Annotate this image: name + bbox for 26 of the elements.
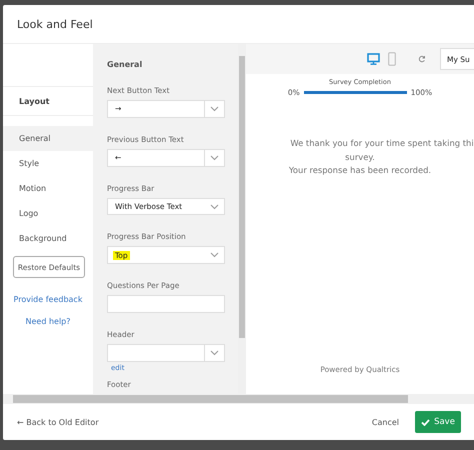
back-link[interactable]: ← Back to Old Editor [17, 418, 99, 426]
panel-heading: General [107, 60, 144, 69]
thank-you-message: Your response has been recorded. [288, 164, 432, 177]
nav-item[interactable]: General [3, 126, 93, 151]
dropdown-field[interactable] [107, 344, 225, 362]
thank-you-message: We thank you for your time spent taking thi [290, 137, 474, 150]
help-link[interactable]: Need help? [3, 317, 93, 326]
cancel-button[interactable]: Cancel [372, 418, 399, 426]
refresh-icon[interactable] [418, 55, 426, 63]
nav-item[interactable]: Background [3, 226, 93, 251]
thank-you-message: survey. [345, 150, 375, 164]
scrollbar[interactable] [3, 394, 474, 404]
save-button[interactable]: Save [415, 411, 461, 433]
desktop-icon[interactable] [367, 53, 380, 65]
chevron-down-icon [210, 106, 219, 112]
nav-item[interactable]: Style [3, 151, 93, 176]
chevron-down-icon [210, 350, 219, 356]
feedback-link[interactable]: Provide feedback [3, 295, 93, 304]
chevron-down-icon [210, 204, 219, 210]
input-field[interactable] [107, 295, 225, 314]
chevron-down-icon [210, 154, 219, 161]
nav-item[interactable]: Logo [3, 201, 93, 226]
chevron-down-icon [210, 252, 219, 258]
nav-item[interactable]: Motion [3, 176, 93, 201]
mobile-phone-icon[interactable] [388, 52, 396, 66]
checkmark-icon [421, 418, 430, 426]
